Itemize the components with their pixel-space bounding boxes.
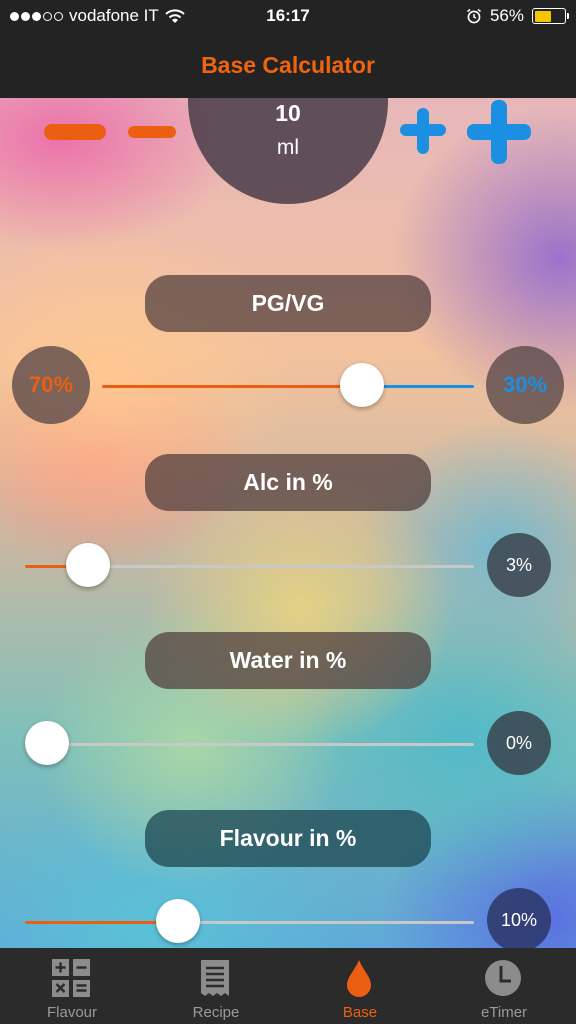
- tab-recipe-label: Recipe: [192, 1004, 240, 1021]
- battery-percent: 56%: [489, 6, 524, 25]
- increase-large-button[interactable]: [467, 100, 531, 164]
- flavour-slider-track: [177, 921, 474, 924]
- alc-label: Alc in %: [145, 454, 431, 511]
- increase-small-button[interactable]: [400, 108, 446, 154]
- water-value: 0%: [487, 711, 551, 775]
- tab-flavour-label: Flavour: [46, 1004, 98, 1021]
- flavour-label: Flavour in %: [145, 810, 431, 867]
- calculator-icon: [52, 959, 90, 997]
- tab-base-label: Base: [342, 1004, 378, 1021]
- pg-vg-slider-thumb[interactable]: [340, 363, 385, 407]
- alc-slider-track: [87, 565, 474, 568]
- alc-slider-thumb[interactable]: [65, 543, 110, 587]
- tab-etimer-label: eTimer: [480, 1004, 528, 1021]
- flavour-slider-fill: [25, 921, 178, 924]
- alc-value: 3%: [487, 533, 551, 597]
- flavour-slider-thumb[interactable]: [155, 899, 200, 943]
- battery-icon: [532, 8, 569, 24]
- page-title: Base Calculator: [201, 52, 375, 78]
- tab-base[interactable]: Base: [288, 948, 432, 1024]
- volume-value: 10: [275, 100, 301, 126]
- pg-percent: 70%: [12, 346, 90, 424]
- water-slider-thumb[interactable]: [25, 721, 69, 765]
- water-slider-track: [25, 743, 474, 746]
- tab-flavour[interactable]: Flavour: [0, 948, 144, 1024]
- volume-unit: ml: [276, 136, 300, 159]
- water-label: Water in %: [145, 632, 431, 689]
- clock-icon: [485, 960, 521, 996]
- flavour-value: 10%: [487, 888, 551, 948]
- decrease-small-button[interactable]: [128, 126, 176, 138]
- calculator-content: 10 ml PG/VG 70% 30% Alc in % 3% Water in…: [0, 98, 576, 948]
- pg-vg-label: PG/VG: [145, 275, 431, 332]
- status-right: 56%: [466, 6, 569, 26]
- tab-etimer[interactable]: eTimer: [432, 948, 576, 1024]
- pg-vg-slider-fill: [102, 385, 363, 388]
- volume-display: 10 ml: [188, 98, 388, 204]
- status-bar: vodafone IT 16:17 56%: [0, 0, 576, 34]
- vg-percent: 30%: [486, 346, 564, 424]
- tab-recipe[interactable]: Recipe: [144, 948, 288, 1024]
- receipt-icon: [201, 960, 229, 996]
- decrease-large-button[interactable]: [44, 124, 106, 140]
- drop-icon: [347, 960, 371, 997]
- alarm-icon: [466, 8, 481, 24]
- tab-bar: Flavour Recipe Base eTimer: [0, 948, 576, 1024]
- navigation-bar: Base Calculator: [0, 34, 576, 98]
